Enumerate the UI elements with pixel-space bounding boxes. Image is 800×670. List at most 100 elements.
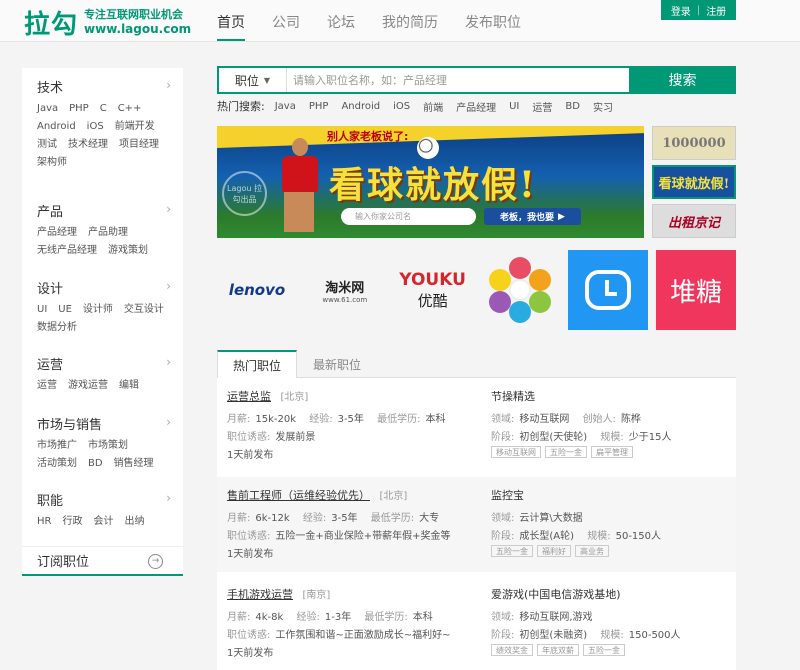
category-tag[interactable]: 销售经理 [114,457,154,471]
taomi-logo[interactable]: 淘米网 www.61.com [305,250,385,330]
category-tag[interactable]: 设计师 [83,303,113,317]
job-info: 手机游戏运营 [南京] 月薪: 4k-8k 经验: 1-3年 最低学历: 本科 职位诱… [227,586,487,659]
nav-forum[interactable]: 论坛 [327,0,355,41]
site-logo[interactable]: 拉勾 专注互联网职业机会 www.lagou.com [24,5,191,40]
register-link[interactable]: 注册 [706,3,726,18]
category-tag[interactable]: iOS [87,120,104,134]
category-tag[interactable]: UI [37,303,47,317]
logo-mark: 拉勾 [24,9,79,40]
hot-search-item[interactable]: UI [509,101,519,112]
category-tag[interactable]: 编辑 [119,379,139,393]
category-title[interactable]: 运营 [37,354,183,373]
category-title[interactable]: 职能 [37,490,183,509]
hot-search-item[interactable]: 实习 [593,99,613,114]
category-tag[interactable]: 行政 [62,515,82,529]
job-perks: 职位诱惑: 发展前景 [227,428,487,443]
hot-search-item[interactable]: iOS [393,101,410,112]
hot-search-item[interactable]: 运营 [532,99,552,114]
category-marketing-sales[interactable]: 市场与销售 › 市场推广 市场策划 活动策划 BD 销售经理 [22,405,183,481]
education-label: 最低学历: [370,513,415,524]
nav-home[interactable]: 首页 [217,0,245,41]
nav-company[interactable]: 公司 [272,0,300,41]
category-tag[interactable]: 出纳 [124,515,144,529]
category-title[interactable]: 设计 [37,278,183,297]
category-tag[interactable]: 活动策划 [37,457,77,471]
category-tag[interactable]: 交互设计 [124,303,164,317]
login-link[interactable]: 登录 [671,3,691,18]
category-tag[interactable]: C [100,102,107,116]
flower-logo[interactable] [480,250,560,330]
category-tag[interactable]: 市场推广 [37,439,77,453]
category-tag[interactable]: 运营 [37,379,57,393]
search-button[interactable]: 搜索 [629,66,736,94]
job-title-link[interactable]: 手机游戏运营 [227,588,293,601]
promo-banner[interactable]: 别人家老板说了: 看球就放假! Lagou 拉勾出品 老板，我也要 ▶ [217,126,644,238]
company-name-input[interactable] [341,208,476,225]
category-tag[interactable]: 数据分析 [37,321,77,335]
size-value: 少于15人 [628,432,672,443]
banner-thumbnail-active[interactable]: 看球就放假! [652,165,736,199]
category-tag[interactable]: 产品助理 [88,226,128,240]
category-functions[interactable]: 职能 › HR 行政 会计 出纳 [22,481,183,541]
category-tag[interactable]: 架构师 [37,156,67,170]
search-bar: 职位 ▼ 搜索 [217,66,736,94]
category-tag[interactable]: BD [88,457,103,471]
category-design[interactable]: 设计 › UI UE 设计师 交互设计 数据分析 [22,269,183,345]
category-operations[interactable]: 运营 › 运营 游戏运营 编辑 [22,345,183,405]
category-tech[interactable]: 技术 › Java PHP C C++ Android iOS 前端开发 测试 … [22,68,183,192]
duitang-logo[interactable]: 堆糖 [655,250,736,330]
cat-clock-logo[interactable] [568,250,649,330]
category-tag[interactable]: C++ [118,102,142,116]
category-tag[interactable]: PHP [69,102,89,116]
category-tag[interactable]: Android [37,120,76,134]
experience-label: 经验: [296,612,320,623]
category-tag[interactable]: 技术经理 [68,138,108,152]
category-title[interactable]: 产品 [37,201,183,220]
company-name-link[interactable]: 爱游戏(中国电信游戏基地) [491,586,731,602]
education-label: 最低学历: [364,612,408,623]
category-tag[interactable]: 前端开发 [115,120,155,134]
hot-search-item[interactable]: BD [565,101,580,112]
category-tag[interactable]: Java [37,102,58,116]
category-tag[interactable]: UE [58,303,72,317]
category-tag[interactable]: 产品经理 [37,226,77,240]
category-tag[interactable]: 无线产品经理 [37,244,97,258]
hot-search-item[interactable]: PHP [309,101,329,112]
company-name-link[interactable]: 监控宝 [491,487,731,503]
category-title[interactable]: 市场与销售 [37,414,183,433]
hot-search-item[interactable]: Java [275,101,296,112]
boss-me-too-button[interactable]: 老板，我也要 ▶ [484,208,581,225]
company-name-link[interactable]: 节操精选 [491,388,731,404]
job-title-link[interactable]: 售前工程师（运维经验优先） [227,489,370,502]
lenovo-logo[interactable]: lenovo [217,250,297,330]
category-tag[interactable]: HR [37,515,51,529]
tab-latest-jobs[interactable]: 最新职位 [297,350,377,378]
banner-thumbnail[interactable]: 出租京记 [652,204,736,238]
youku-logo[interactable]: YOUKU 优酷 [393,250,473,330]
category-title[interactable]: 技术 [37,77,183,96]
search-input[interactable] [287,68,629,92]
hot-search-item[interactable]: Android [341,101,380,112]
company-tags: 绩效奖金 年底双薪 五险一金 [491,644,731,656]
category-tag[interactable]: 测试 [37,138,57,152]
salary-value: 6k-12k [255,513,290,524]
banner-thumbnail[interactable]: 1000000 [652,126,736,160]
size-label: 规模: [600,432,624,443]
category-tag[interactable]: 游戏运营 [68,379,108,393]
perk-label: 职位诱惑: [227,432,271,443]
tab-hot-jobs[interactable]: 热门职位 [217,350,297,378]
nav-resume[interactable]: 我的简历 [382,0,438,41]
hot-search-item[interactable]: 产品经理 [456,99,496,114]
category-product[interactable]: 产品 › 产品经理 产品助理 无线产品经理 游戏策划 [22,192,183,269]
job-title-link[interactable]: 运营总监 [227,390,271,403]
experience-label: 经验: [309,414,333,425]
hot-search-item[interactable]: 前端 [423,99,443,114]
nav-post-job[interactable]: 发布职位 [465,0,521,41]
stage-label: 阶段: [491,630,515,641]
subscribe-jobs-button[interactable]: 订阅职位 → [22,546,183,576]
category-tag[interactable]: 游戏策划 [108,244,148,258]
search-type-select[interactable]: 职位 ▼ [219,68,287,92]
category-tag[interactable]: 市场策划 [88,439,128,453]
category-tag[interactable]: 项目经理 [119,138,159,152]
category-tag[interactable]: 会计 [93,515,113,529]
